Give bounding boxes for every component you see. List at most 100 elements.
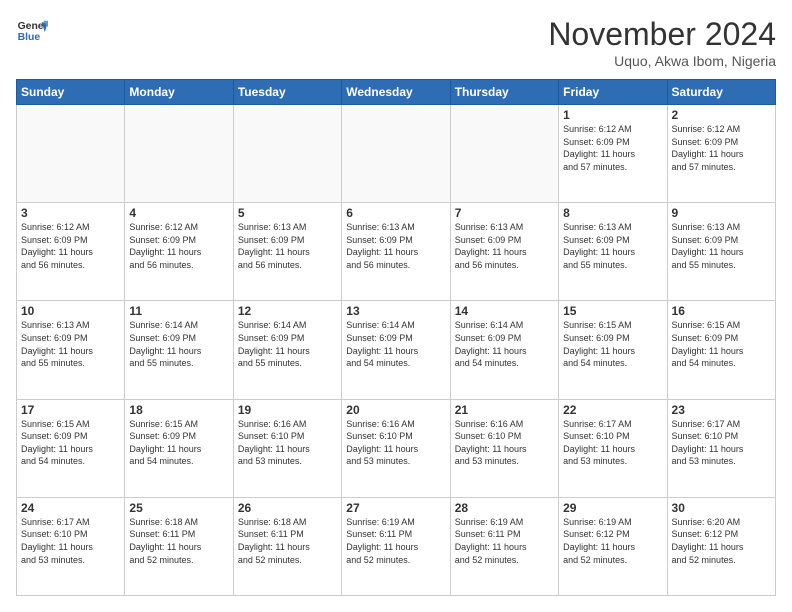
- calendar-cell: 17Sunrise: 6:15 AM Sunset: 6:09 PM Dayli…: [17, 399, 125, 497]
- day-header-tuesday: Tuesday: [233, 80, 341, 105]
- cell-date-number: 2: [672, 108, 771, 122]
- cell-date-number: 23: [672, 403, 771, 417]
- cell-date-number: 29: [563, 501, 662, 515]
- calendar-cell: [233, 105, 341, 203]
- cell-date-number: 10: [21, 304, 120, 318]
- svg-text:Blue: Blue: [18, 32, 41, 43]
- calendar-cell: 19Sunrise: 6:16 AM Sunset: 6:10 PM Dayli…: [233, 399, 341, 497]
- calendar-cell: 12Sunrise: 6:14 AM Sunset: 6:09 PM Dayli…: [233, 301, 341, 399]
- cell-date-number: 19: [238, 403, 337, 417]
- calendar-cell: 30Sunrise: 6:20 AM Sunset: 6:12 PM Dayli…: [667, 497, 775, 595]
- cell-date-number: 15: [563, 304, 662, 318]
- day-header-sunday: Sunday: [17, 80, 125, 105]
- cell-date-number: 3: [21, 206, 120, 220]
- calendar-page: General Blue November 2024 Uquo, Akwa Ib…: [0, 0, 792, 612]
- cell-date-number: 13: [346, 304, 445, 318]
- cell-date-number: 8: [563, 206, 662, 220]
- cell-date-number: 14: [455, 304, 554, 318]
- cell-info: Sunrise: 6:17 AM Sunset: 6:10 PM Dayligh…: [563, 418, 662, 468]
- day-header-thursday: Thursday: [450, 80, 558, 105]
- cell-info: Sunrise: 6:18 AM Sunset: 6:11 PM Dayligh…: [129, 516, 228, 566]
- calendar-cell: 13Sunrise: 6:14 AM Sunset: 6:09 PM Dayli…: [342, 301, 450, 399]
- header: General Blue November 2024 Uquo, Akwa Ib…: [16, 16, 776, 69]
- calendar-cell: 21Sunrise: 6:16 AM Sunset: 6:10 PM Dayli…: [450, 399, 558, 497]
- calendar-cell: 2Sunrise: 6:12 AM Sunset: 6:09 PM Daylig…: [667, 105, 775, 203]
- day-header-monday: Monday: [125, 80, 233, 105]
- cell-date-number: 5: [238, 206, 337, 220]
- calendar-cell: 15Sunrise: 6:15 AM Sunset: 6:09 PM Dayli…: [559, 301, 667, 399]
- cell-info: Sunrise: 6:12 AM Sunset: 6:09 PM Dayligh…: [672, 123, 771, 173]
- logo-icon: General Blue: [16, 16, 48, 48]
- cell-date-number: 26: [238, 501, 337, 515]
- cell-info: Sunrise: 6:12 AM Sunset: 6:09 PM Dayligh…: [21, 221, 120, 271]
- month-title: November 2024: [548, 16, 776, 53]
- calendar-cell: 3Sunrise: 6:12 AM Sunset: 6:09 PM Daylig…: [17, 203, 125, 301]
- cell-info: Sunrise: 6:13 AM Sunset: 6:09 PM Dayligh…: [346, 221, 445, 271]
- day-header-friday: Friday: [559, 80, 667, 105]
- cell-date-number: 24: [21, 501, 120, 515]
- calendar-week-1: 3Sunrise: 6:12 AM Sunset: 6:09 PM Daylig…: [17, 203, 776, 301]
- cell-info: Sunrise: 6:13 AM Sunset: 6:09 PM Dayligh…: [672, 221, 771, 271]
- cell-info: Sunrise: 6:15 AM Sunset: 6:09 PM Dayligh…: [129, 418, 228, 468]
- calendar-cell: 22Sunrise: 6:17 AM Sunset: 6:10 PM Dayli…: [559, 399, 667, 497]
- calendar-cell: 29Sunrise: 6:19 AM Sunset: 6:12 PM Dayli…: [559, 497, 667, 595]
- cell-info: Sunrise: 6:13 AM Sunset: 6:09 PM Dayligh…: [21, 319, 120, 369]
- calendar-cell: 14Sunrise: 6:14 AM Sunset: 6:09 PM Dayli…: [450, 301, 558, 399]
- day-header-wednesday: Wednesday: [342, 80, 450, 105]
- cell-info: Sunrise: 6:15 AM Sunset: 6:09 PM Dayligh…: [563, 319, 662, 369]
- cell-info: Sunrise: 6:16 AM Sunset: 6:10 PM Dayligh…: [346, 418, 445, 468]
- calendar-week-0: 1Sunrise: 6:12 AM Sunset: 6:09 PM Daylig…: [17, 105, 776, 203]
- calendar-cell: [450, 105, 558, 203]
- calendar-header-row: SundayMondayTuesdayWednesdayThursdayFrid…: [17, 80, 776, 105]
- cell-info: Sunrise: 6:16 AM Sunset: 6:10 PM Dayligh…: [455, 418, 554, 468]
- cell-info: Sunrise: 6:14 AM Sunset: 6:09 PM Dayligh…: [238, 319, 337, 369]
- calendar-cell: 28Sunrise: 6:19 AM Sunset: 6:11 PM Dayli…: [450, 497, 558, 595]
- calendar-week-2: 10Sunrise: 6:13 AM Sunset: 6:09 PM Dayli…: [17, 301, 776, 399]
- cell-info: Sunrise: 6:17 AM Sunset: 6:10 PM Dayligh…: [672, 418, 771, 468]
- cell-date-number: 17: [21, 403, 120, 417]
- cell-info: Sunrise: 6:15 AM Sunset: 6:09 PM Dayligh…: [21, 418, 120, 468]
- cell-info: Sunrise: 6:18 AM Sunset: 6:11 PM Dayligh…: [238, 516, 337, 566]
- cell-date-number: 28: [455, 501, 554, 515]
- calendar-cell: 23Sunrise: 6:17 AM Sunset: 6:10 PM Dayli…: [667, 399, 775, 497]
- calendar-cell: 10Sunrise: 6:13 AM Sunset: 6:09 PM Dayli…: [17, 301, 125, 399]
- cell-date-number: 27: [346, 501, 445, 515]
- calendar-cell: 1Sunrise: 6:12 AM Sunset: 6:09 PM Daylig…: [559, 105, 667, 203]
- calendar-cell: 11Sunrise: 6:14 AM Sunset: 6:09 PM Dayli…: [125, 301, 233, 399]
- cell-info: Sunrise: 6:15 AM Sunset: 6:09 PM Dayligh…: [672, 319, 771, 369]
- cell-info: Sunrise: 6:19 AM Sunset: 6:11 PM Dayligh…: [346, 516, 445, 566]
- logo: General Blue: [16, 16, 48, 48]
- cell-info: Sunrise: 6:12 AM Sunset: 6:09 PM Dayligh…: [129, 221, 228, 271]
- cell-date-number: 1: [563, 108, 662, 122]
- cell-date-number: 20: [346, 403, 445, 417]
- calendar-cell: 9Sunrise: 6:13 AM Sunset: 6:09 PM Daylig…: [667, 203, 775, 301]
- cell-info: Sunrise: 6:13 AM Sunset: 6:09 PM Dayligh…: [455, 221, 554, 271]
- calendar-cell: 24Sunrise: 6:17 AM Sunset: 6:10 PM Dayli…: [17, 497, 125, 595]
- day-header-saturday: Saturday: [667, 80, 775, 105]
- cell-date-number: 7: [455, 206, 554, 220]
- cell-date-number: 11: [129, 304, 228, 318]
- cell-date-number: 16: [672, 304, 771, 318]
- cell-info: Sunrise: 6:12 AM Sunset: 6:09 PM Dayligh…: [563, 123, 662, 173]
- cell-date-number: 9: [672, 206, 771, 220]
- calendar-cell: 8Sunrise: 6:13 AM Sunset: 6:09 PM Daylig…: [559, 203, 667, 301]
- cell-date-number: 6: [346, 206, 445, 220]
- calendar-cell: 26Sunrise: 6:18 AM Sunset: 6:11 PM Dayli…: [233, 497, 341, 595]
- calendar-cell: 4Sunrise: 6:12 AM Sunset: 6:09 PM Daylig…: [125, 203, 233, 301]
- cell-date-number: 30: [672, 501, 771, 515]
- cell-info: Sunrise: 6:13 AM Sunset: 6:09 PM Dayligh…: [563, 221, 662, 271]
- cell-info: Sunrise: 6:19 AM Sunset: 6:12 PM Dayligh…: [563, 516, 662, 566]
- cell-date-number: 18: [129, 403, 228, 417]
- cell-date-number: 25: [129, 501, 228, 515]
- cell-date-number: 4: [129, 206, 228, 220]
- cell-info: Sunrise: 6:19 AM Sunset: 6:11 PM Dayligh…: [455, 516, 554, 566]
- calendar-cell: [342, 105, 450, 203]
- calendar-cell: 5Sunrise: 6:13 AM Sunset: 6:09 PM Daylig…: [233, 203, 341, 301]
- cell-date-number: 22: [563, 403, 662, 417]
- cell-info: Sunrise: 6:20 AM Sunset: 6:12 PM Dayligh…: [672, 516, 771, 566]
- calendar-table: SundayMondayTuesdayWednesdayThursdayFrid…: [16, 79, 776, 596]
- calendar-cell: 6Sunrise: 6:13 AM Sunset: 6:09 PM Daylig…: [342, 203, 450, 301]
- cell-info: Sunrise: 6:14 AM Sunset: 6:09 PM Dayligh…: [455, 319, 554, 369]
- calendar-cell: 16Sunrise: 6:15 AM Sunset: 6:09 PM Dayli…: [667, 301, 775, 399]
- cell-info: Sunrise: 6:14 AM Sunset: 6:09 PM Dayligh…: [346, 319, 445, 369]
